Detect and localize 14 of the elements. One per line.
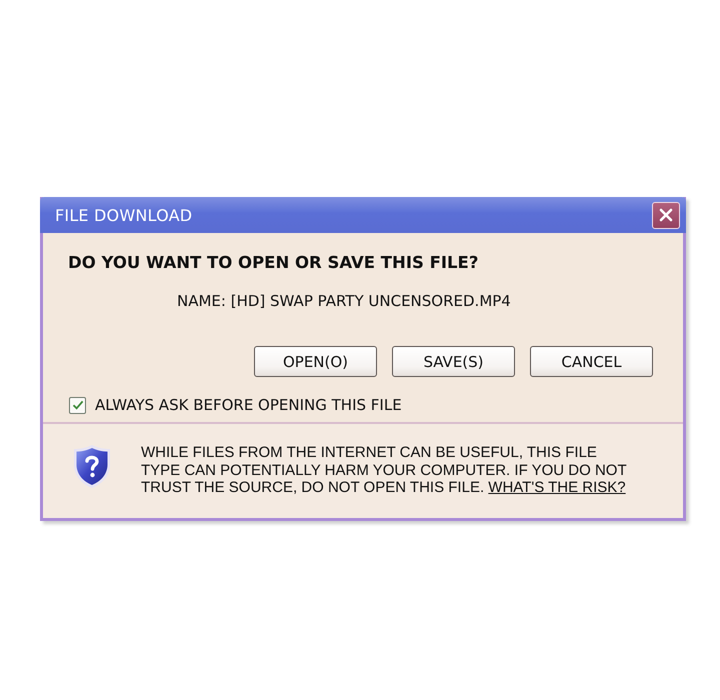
check-icon <box>72 399 84 411</box>
dialog-button[interactable]: SAVE(S) <box>392 346 515 377</box>
warning-text: WHILE FILES FROM THE INTERNET CAN BE USEFUL, THIS FILE TYPE CAN POTENTIALLY HARM YOUR COMPUTER. IF YOU DO NOT TRUST THE SOURCE, DO NOT OPEN THIS FILE. WHAT'S THE RISK? <box>141 444 627 496</box>
shield-question-icon <box>73 444 111 489</box>
dialog-button[interactable]: OPEN(O) <box>254 346 377 377</box>
checkbox[interactable] <box>69 396 86 414</box>
close-button[interactable] <box>652 202 680 228</box>
risk-link[interactable]: WHAT'S THE RISK? <box>488 479 626 496</box>
checkbox-label: ALWAYS ASK BEFORE OPENING THIS FILE <box>95 396 402 414</box>
close-icon <box>658 207 674 223</box>
window-title: FILE DOWNLOAD <box>55 206 192 224</box>
dialog-button[interactable]: CANCEL <box>530 346 653 377</box>
dialog-heading: DO YOU WANT TO OPEN OR SAVE THIS FILE? <box>68 253 480 272</box>
file-name: NAME: [HD] SWAP PARTY UNCENSORED.MP4 <box>177 292 511 310</box>
